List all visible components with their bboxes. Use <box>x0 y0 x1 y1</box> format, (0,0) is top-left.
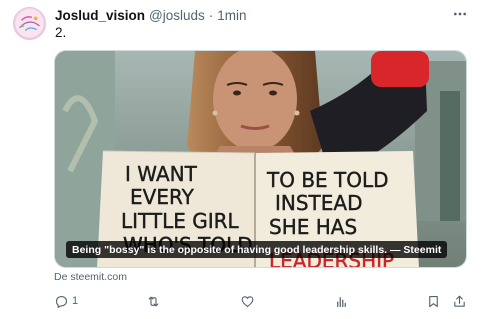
notebook-left-line-3: LITTLE GIRL <box>121 209 240 233</box>
card-image: I WANT EVERY LITTLE GIRL WHO'S TOLD TO B… <box>55 51 466 267</box>
tweet[interactable]: Joslud_vision @josluds · 1min 2. I WANT … <box>0 0 485 319</box>
timestamp[interactable]: 1min <box>217 8 246 23</box>
more-button[interactable] <box>449 4 471 24</box>
bookmark-icon <box>429 295 438 307</box>
reply-count: 1 <box>72 295 79 307</box>
reply-icon <box>55 295 68 308</box>
reply-button[interactable]: 1 <box>54 290 78 312</box>
action-bar: 1 <box>48 290 478 312</box>
retweet-button[interactable] <box>146 290 161 312</box>
more-horizontal-icon <box>454 12 466 16</box>
like-button[interactable] <box>240 290 255 312</box>
retweet-icon <box>148 296 159 306</box>
notebook-right-line-3: SHE HAS <box>269 215 357 239</box>
avatar-logo-icon <box>15 9 44 38</box>
views-icon <box>337 296 346 307</box>
heart-icon <box>241 295 254 307</box>
link-card[interactable]: I WANT EVERY LITTLE GIRL WHO'S TOLD TO B… <box>54 50 467 268</box>
share-button[interactable] <box>452 290 467 312</box>
author-name[interactable]: Joslud_vision <box>55 8 145 23</box>
notebook-left-line-2: EVERY <box>130 185 195 209</box>
notebook-left-line-1: I WANT <box>125 162 198 186</box>
views-button[interactable] <box>334 290 349 312</box>
share-icon <box>454 295 465 307</box>
bookmark-button[interactable] <box>426 290 441 312</box>
avatar[interactable] <box>13 7 46 40</box>
tweet-text: 2. <box>55 25 67 40</box>
card-caption: Being "bossy" is the opposite of having … <box>66 241 448 258</box>
notebook-right-line-1: TO BE TOLD <box>266 168 389 192</box>
tweet-header: Joslud_vision @josluds · 1min <box>55 7 247 23</box>
notebook-right-line-2: INSTEAD <box>275 191 363 215</box>
header-separator: · <box>208 7 214 23</box>
card-source[interactable]: De steemit.com <box>54 271 127 283</box>
author-handle[interactable]: @josluds <box>149 8 205 23</box>
